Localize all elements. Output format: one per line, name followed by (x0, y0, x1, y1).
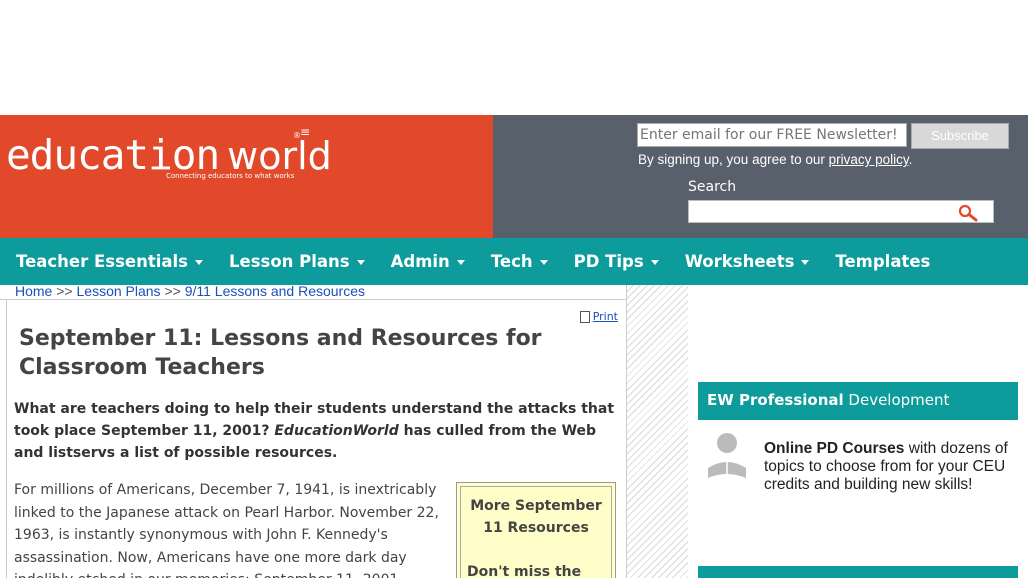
resources-box: More September 11 Resources Don't miss t… (456, 482, 616, 578)
pd-promo-text[interactable]: Online PD Courses with dozens of topics … (764, 440, 1022, 494)
breadcrumb-home[interactable]: Home (15, 283, 52, 299)
magnifier-icon[interactable] (957, 204, 979, 222)
nav-templates[interactable]: Templates (835, 252, 930, 271)
nav-label: Admin (390, 252, 450, 271)
pd-promo[interactable]: Online PD Courses with dozens of topics … (698, 420, 1018, 510)
article-wrapper: Home >> Lesson Plans >> 9/11 Lessons and… (0, 283, 627, 578)
main-column: Home >> Lesson Plans >> 9/11 Lessons and… (0, 283, 688, 578)
reader-icon (708, 433, 746, 478)
resources-box-title: More September 11 Resources (470, 498, 602, 536)
breadcrumb-separator: >> (56, 283, 73, 299)
search-label: Search (688, 179, 737, 195)
print-label: Print (592, 310, 618, 323)
ad-space (0, 0, 1028, 115)
caret-down-icon (356, 260, 365, 265)
logo-area[interactable]: education world ® ≡ Connecting educators … (0, 115, 493, 238)
nav-label: Templates (835, 252, 931, 271)
resources-box-text: Don't miss the (467, 564, 582, 578)
section-header-bar (698, 566, 1018, 578)
newsletter-note-text: By signing up, you agree to our (638, 152, 829, 167)
masthead: education world ® ≡ Connecting educators … (0, 115, 1028, 238)
breadcrumb-current[interactable]: 9/11 Lessons and Resources (185, 283, 365, 299)
newsletter-note: By signing up, you agree to our privacy … (638, 152, 912, 167)
caret-down-icon (539, 260, 548, 265)
nav-label: Teacher Essentials (16, 252, 188, 271)
breadcrumb-separator: >> (164, 283, 181, 299)
subscribe-button[interactable]: Subscribe (911, 123, 1009, 149)
hamburger-icon[interactable]: ≡ (300, 125, 310, 139)
logo-tagline: Connecting educators to what works (166, 172, 295, 180)
content-area: Home >> Lesson Plans >> 9/11 Lessons and… (0, 283, 1028, 578)
caret-down-icon (650, 260, 659, 265)
nav-label: Worksheets (684, 252, 795, 271)
newsletter-note-period: . (908, 152, 913, 167)
utility-panel: Subscribe By signing up, you agree to ou… (493, 115, 1028, 238)
nav-label: Lesson Plans (229, 252, 350, 271)
privacy-policy-link[interactable]: privacy policy (829, 152, 909, 167)
nav-admin[interactable]: Admin (391, 252, 465, 271)
pd-header: EW Professional Development (698, 382, 1018, 420)
article-body: For millions of Americans, December 7, 1… (14, 482, 439, 578)
nav-label: Tech (490, 252, 533, 271)
caret-down-icon (195, 260, 203, 265)
nav-label: PD Tips (573, 252, 644, 271)
main-nav: Teacher Essentials Lesson Plans Admin Te… (0, 238, 1028, 285)
printer-icon (579, 310, 590, 323)
newsletter-email-input[interactable] (637, 123, 907, 147)
nav-tech[interactable]: Tech (491, 252, 548, 271)
caret-down-icon (456, 260, 465, 265)
hatch-divider (627, 285, 688, 578)
nav-pd-tips[interactable]: PD Tips (574, 252, 659, 271)
breadcrumb-lesson-plans[interactable]: Lesson Plans (77, 283, 161, 299)
pd-courses-link[interactable]: Online PD Courses (764, 440, 904, 457)
intro-emphasis: EducationWorld (274, 423, 399, 439)
pd-header-rest: Development (843, 391, 950, 409)
nav-lesson-plans[interactable]: Lesson Plans (229, 252, 365, 271)
nav-worksheets[interactable]: Worksheets (685, 252, 810, 271)
pd-header-bold: EW Professional (707, 391, 844, 409)
print-link[interactable]: Print (579, 310, 618, 323)
nav-teacher-essentials[interactable]: Teacher Essentials (16, 252, 203, 271)
right-sidebar: EW Professional Development Online PD Co… (688, 285, 1028, 578)
article: Print September 11: Lessons and Resource… (6, 300, 626, 578)
breadcrumb: Home >> Lesson Plans >> 9/11 Lessons and… (0, 283, 626, 300)
caret-down-icon (801, 260, 810, 265)
logo[interactable]: education world (6, 135, 332, 176)
page-title: September 11: Lessons and Resources for … (19, 326, 542, 380)
search-input[interactable] (688, 200, 994, 223)
article-intro: What are teachers doing to help their st… (14, 398, 618, 464)
